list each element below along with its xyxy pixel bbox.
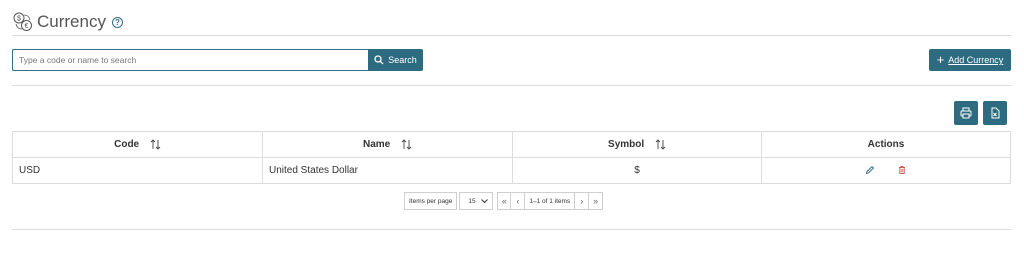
sort-icon bbox=[150, 139, 161, 150]
export-button[interactable] bbox=[983, 101, 1007, 125]
next-page-button[interactable]: › bbox=[575, 192, 590, 210]
page-header: $ € Currency ? bbox=[12, 8, 123, 36]
trash-icon[interactable] bbox=[897, 165, 907, 175]
pencil-icon[interactable] bbox=[865, 165, 875, 175]
cell-actions bbox=[761, 157, 1011, 184]
cell-code: USD bbox=[12, 157, 263, 184]
table-row: USD United States Dollar $ bbox=[12, 157, 1011, 184]
add-currency-label: Add Currency bbox=[948, 55, 1004, 65]
currency-exchange-icon: $ € bbox=[13, 12, 32, 31]
excel-export-icon bbox=[991, 107, 1000, 119]
toolbar-divider bbox=[12, 85, 1011, 86]
last-page-button[interactable]: » bbox=[589, 192, 604, 210]
column-header-actions: Actions bbox=[761, 131, 1011, 158]
sort-icon bbox=[655, 139, 666, 150]
first-page-button[interactable]: « bbox=[497, 192, 512, 210]
page-range-label: 1–1 of 1 items bbox=[525, 192, 576, 210]
search-bar: Search bbox=[12, 49, 423, 71]
page-title: Currency bbox=[37, 12, 106, 31]
sort-icon bbox=[401, 139, 412, 150]
table-header-row: Code Name Symbol Actions bbox=[12, 131, 1011, 158]
chevron-down-icon bbox=[481, 198, 489, 203]
currency-table: Code Name Symbol Actions USD United Stat… bbox=[12, 131, 1011, 184]
plus-icon: + bbox=[936, 52, 945, 67]
question-circle-icon[interactable]: ? bbox=[111, 16, 123, 28]
column-header-name[interactable]: Name bbox=[262, 131, 513, 158]
search-button-label: Search bbox=[388, 55, 417, 65]
search-icon bbox=[374, 55, 384, 65]
svg-text:$: $ bbox=[17, 16, 21, 23]
add-currency-button[interactable]: + Add Currency bbox=[929, 49, 1011, 71]
column-header-code[interactable]: Code bbox=[12, 131, 263, 158]
search-button[interactable]: Search bbox=[368, 49, 423, 71]
items-per-page-label: Items per page bbox=[404, 192, 458, 210]
footer-divider bbox=[12, 229, 1011, 230]
print-button[interactable] bbox=[954, 101, 978, 125]
cell-symbol: $ bbox=[512, 157, 762, 184]
search-input[interactable] bbox=[12, 49, 368, 71]
header-divider bbox=[12, 35, 1011, 36]
items-per-page-select[interactable]: 15 bbox=[459, 192, 494, 210]
print-icon bbox=[960, 107, 972, 119]
svg-text:€: € bbox=[25, 23, 29, 30]
column-header-symbol[interactable]: Symbol bbox=[512, 131, 762, 158]
prev-page-button[interactable]: ‹ bbox=[511, 192, 526, 210]
pagination: Items per page 15 « ‹ 1–1 of 1 items › » bbox=[404, 192, 604, 210]
cell-name: United States Dollar bbox=[262, 157, 513, 184]
